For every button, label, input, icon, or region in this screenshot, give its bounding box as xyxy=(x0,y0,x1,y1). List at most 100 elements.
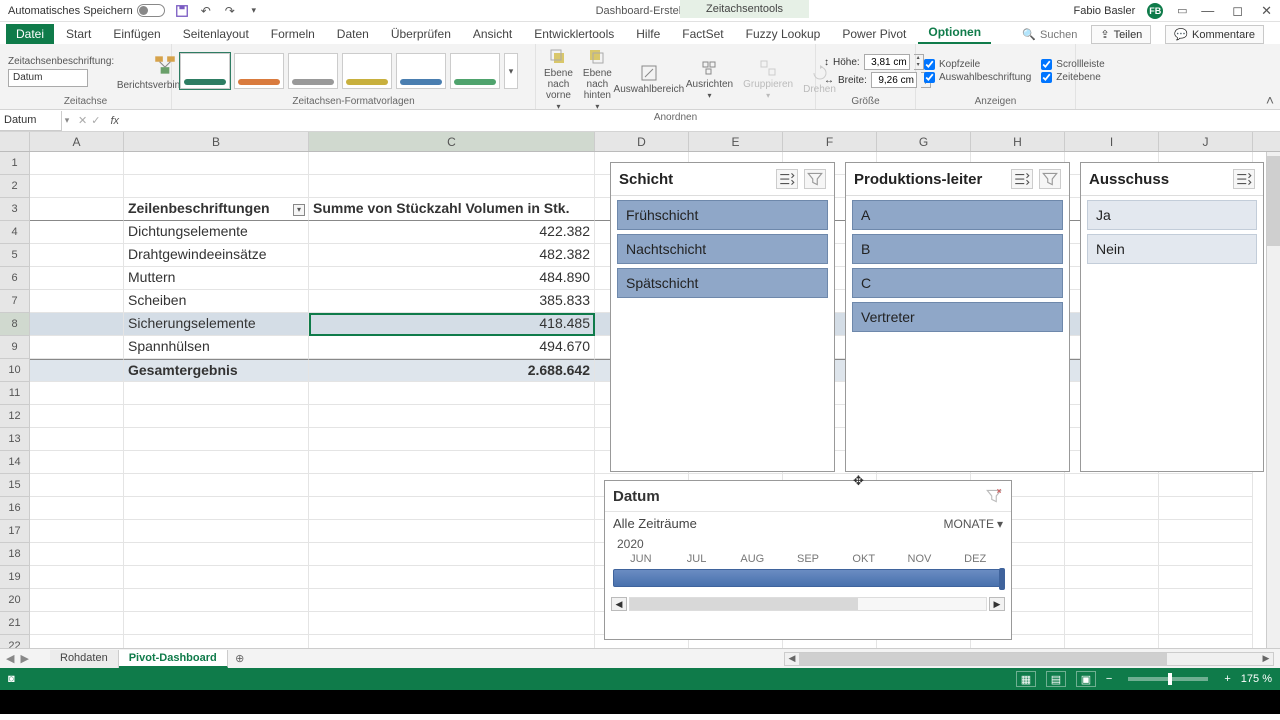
cell[interactable] xyxy=(124,474,309,497)
zoom-level[interactable]: 175 % xyxy=(1241,673,1272,685)
maximize-icon[interactable]: ◻ xyxy=(1232,3,1243,19)
column-header-I[interactable]: I xyxy=(1065,132,1159,151)
row-header-21[interactable]: 21 xyxy=(0,612,29,635)
collapse-ribbon-icon[interactable]: ˄ xyxy=(1266,92,1274,108)
row-header-2[interactable]: 2 xyxy=(0,175,29,198)
column-header-D[interactable]: D xyxy=(595,132,689,151)
column-header-E[interactable]: E xyxy=(689,132,783,151)
cell[interactable] xyxy=(124,428,309,451)
timeline-month-label[interactable]: JUN xyxy=(613,553,669,565)
width-input[interactable] xyxy=(871,72,917,88)
cell[interactable] xyxy=(30,382,124,405)
timeline-selection-bar[interactable] xyxy=(613,569,1003,587)
column-header-H[interactable]: H xyxy=(971,132,1065,151)
cell[interactable] xyxy=(309,635,595,648)
send-backward-button[interactable]: Ebene nach hinten▾ xyxy=(583,47,612,111)
row-header-5[interactable]: 5 xyxy=(0,244,29,267)
cancel-formula-icon[interactable]: ✕ xyxy=(78,114,87,127)
cell[interactable] xyxy=(1065,589,1159,612)
timeline-month-label[interactable]: AUG xyxy=(724,553,780,565)
zoom-in-icon[interactable]: + xyxy=(1224,673,1230,685)
cell[interactable] xyxy=(1065,520,1159,543)
timeline-month-label[interactable]: SEP xyxy=(780,553,836,565)
tab-optionen[interactable]: Optionen xyxy=(918,22,991,44)
bring-forward-button[interactable]: Ebene nach vorne▾ xyxy=(544,47,573,111)
toggle-icon[interactable] xyxy=(137,4,165,17)
save-icon[interactable] xyxy=(175,4,189,18)
cell[interactable]: 494.670 xyxy=(309,336,595,359)
column-header-B[interactable]: B xyxy=(124,132,309,151)
cell[interactable] xyxy=(30,313,124,336)
ribbon-display-icon[interactable]: ▭ xyxy=(1175,4,1189,18)
cell[interactable] xyxy=(30,543,124,566)
page-layout-view-icon[interactable]: ▤ xyxy=(1046,671,1066,687)
row-header-18[interactable]: 18 xyxy=(0,543,29,566)
style-swatch-2[interactable] xyxy=(234,53,284,89)
row-header-6[interactable]: 6 xyxy=(0,267,29,290)
name-box[interactable]: Datum xyxy=(0,111,62,131)
horizontal-scrollbar[interactable]: ◀ ▶ xyxy=(784,652,1274,666)
column-header-J[interactable]: J xyxy=(1159,132,1253,151)
cell[interactable] xyxy=(309,497,595,520)
cell[interactable]: Sicherungselemente xyxy=(124,313,309,336)
timeline-slicer[interactable]: ✥ Datum Alle Zeiträume MONATE ▾ 2020 JUN… xyxy=(604,480,1012,640)
tab-hilfe[interactable]: Hilfe xyxy=(626,24,670,44)
row-header-8[interactable]: 8 xyxy=(0,313,29,336)
user-name[interactable]: Fabio Basler xyxy=(1074,5,1136,17)
selection-pane-button[interactable]: Auswahlbereich xyxy=(622,63,676,95)
cell[interactable] xyxy=(124,152,309,175)
formula-input[interactable] xyxy=(123,112,1280,130)
cell[interactable] xyxy=(1065,497,1159,520)
row-header-13[interactable]: 13 xyxy=(0,428,29,451)
cell[interactable] xyxy=(309,451,595,474)
cell[interactable] xyxy=(1159,497,1253,520)
cell[interactable] xyxy=(1159,474,1253,497)
cell[interactable] xyxy=(309,405,595,428)
cell[interactable] xyxy=(309,152,595,175)
cell[interactable] xyxy=(124,497,309,520)
cell[interactable] xyxy=(1065,566,1159,589)
cell[interactable]: Muttern xyxy=(124,267,309,290)
timeline-month-label[interactable]: OKT xyxy=(836,553,892,565)
cell[interactable] xyxy=(30,290,124,313)
sheet-tab[interactable]: Pivot-Dashboard xyxy=(119,650,228,668)
cell[interactable] xyxy=(124,382,309,405)
style-swatch-5[interactable] xyxy=(396,53,446,89)
style-swatch-1[interactable] xyxy=(180,53,230,89)
cell[interactable] xyxy=(1159,612,1253,635)
cell[interactable] xyxy=(30,474,124,497)
cell[interactable]: Zeilenbeschriftungen xyxy=(124,198,309,221)
tab-fuzzy lookup[interactable]: Fuzzy Lookup xyxy=(736,24,831,44)
comments-button[interactable]: 💬 Kommentare xyxy=(1165,25,1264,44)
cell[interactable]: Summe von Stückzahl Volumen in Stk. xyxy=(309,198,595,221)
cell[interactable] xyxy=(309,566,595,589)
tab-seitenlayout[interactable]: Seitenlayout xyxy=(173,24,259,44)
cell[interactable]: 2.688.642 xyxy=(309,359,595,382)
timeline-caption-input[interactable]: Datum xyxy=(8,69,88,87)
tab-entwicklertools[interactable]: Entwicklertools xyxy=(524,24,624,44)
slicer-item[interactable]: A xyxy=(852,200,1063,230)
cell[interactable]: Gesamtergebnis xyxy=(124,359,309,382)
row-header-1[interactable]: 1 xyxy=(0,152,29,175)
column-header-C[interactable]: C xyxy=(309,132,595,151)
cell[interactable] xyxy=(124,543,309,566)
cell[interactable] xyxy=(124,520,309,543)
cell[interactable]: 484.890 xyxy=(309,267,595,290)
share-button[interactable]: ⇪ Teilen xyxy=(1091,25,1151,44)
cell[interactable] xyxy=(1159,566,1253,589)
cell[interactable] xyxy=(30,221,124,244)
show-header-checkbox[interactable]: Kopfzeile xyxy=(924,59,1031,70)
row-header-15[interactable]: 15 xyxy=(0,474,29,497)
slicer-item[interactable]: C xyxy=(852,268,1063,298)
slicer-item[interactable]: B xyxy=(852,234,1063,264)
slicer-ausschuss[interactable]: Ausschuss JaNein xyxy=(1080,162,1264,472)
row-header-16[interactable]: 16 xyxy=(0,497,29,520)
cell[interactable] xyxy=(30,566,124,589)
cell[interactable] xyxy=(30,405,124,428)
row-header-7[interactable]: 7 xyxy=(0,290,29,313)
cell[interactable] xyxy=(30,520,124,543)
multi-select-icon[interactable] xyxy=(1011,169,1033,189)
cell[interactable]: Spannhülsen xyxy=(124,336,309,359)
worksheet-grid[interactable]: ABCDEFGHIJ 12345678910111213141516171819… xyxy=(0,132,1280,648)
cell[interactable] xyxy=(1065,612,1159,635)
